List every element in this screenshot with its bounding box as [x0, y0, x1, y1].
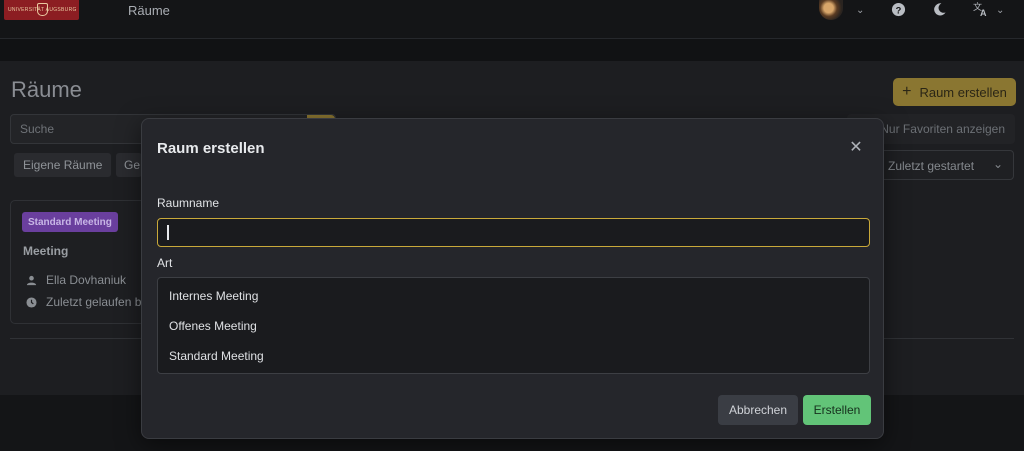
clock-icon: [25, 296, 37, 308]
create-room-button[interactable]: + Raum erstellen: [893, 78, 1016, 106]
room-owner: Ella Dovhaniuk: [46, 273, 127, 287]
moon-icon[interactable]: [931, 1, 947, 17]
create-room-dialog: Raum erstellen ✕ Raumname Art Internes M…: [141, 118, 884, 439]
create-room-label: Raum erstellen: [919, 84, 1007, 100]
header-band: [0, 39, 1024, 61]
cancel-button[interactable]: Abbrechen: [718, 395, 798, 425]
room-title[interactable]: Meeting: [23, 244, 68, 258]
chevron-down-icon[interactable]: ⌄: [856, 5, 864, 16]
room-name-input[interactable]: [157, 218, 870, 247]
option-standard-meeting[interactable]: Standard Meeting: [169, 349, 264, 363]
page-title: Räume: [11, 77, 82, 102]
filter-shared-rooms[interactable]: Ge: [116, 153, 142, 177]
text-caret: [167, 225, 169, 240]
room-type-badge: Standard Meeting: [22, 212, 118, 232]
room-type-listbox[interactable]: Internes Meeting Offenes Meeting Standar…: [157, 277, 870, 374]
room-type-label: Art: [157, 256, 173, 270]
option-open-meeting[interactable]: Offenes Meeting: [169, 319, 257, 333]
dialog-title: Raum erstellen: [157, 140, 265, 157]
option-internal-meeting[interactable]: Internes Meeting: [169, 289, 258, 303]
help-circle-icon[interactable]: ?: [890, 1, 906, 17]
translate-icon[interactable]: 文A: [972, 1, 988, 17]
submit-button[interactable]: Erstellen: [803, 395, 871, 425]
room-name-label: Raumname: [157, 196, 220, 210]
close-icon[interactable]: ✕: [848, 139, 864, 156]
plus-icon: +: [902, 83, 912, 100]
user-icon: [25, 274, 37, 286]
favorites-label: Nur Favoriten anzeigen: [880, 122, 1005, 136]
sort-value: Zuletzt gestartet: [888, 159, 975, 173]
filter-own-rooms[interactable]: Eigene Räume: [14, 153, 112, 177]
university-logo[interactable]: UNIVERSITÄT AUGSBURG: [4, 0, 79, 20]
room-last-run: Zuletzt gelaufen b: [46, 295, 142, 309]
chevron-down-icon: ⌄: [992, 157, 1003, 171]
language-chevron-icon[interactable]: ⌄: [996, 5, 1004, 16]
svg-text:?: ?: [895, 5, 901, 15]
sort-select[interactable]: Zuletzt gestartet ⌄: [869, 150, 1014, 180]
logo-text: UNIVERSITÄT AUGSBURG: [8, 7, 77, 13]
user-avatar-icon[interactable]: [819, 0, 843, 20]
svg-text:A: A: [980, 8, 987, 17]
top-bar: UNIVERSITÄT AUGSBURG Räume ⌄ ? 文A ⌄: [0, 0, 1024, 39]
nav-title[interactable]: Räume: [128, 3, 170, 18]
search-placeholder: Suche: [20, 122, 55, 136]
